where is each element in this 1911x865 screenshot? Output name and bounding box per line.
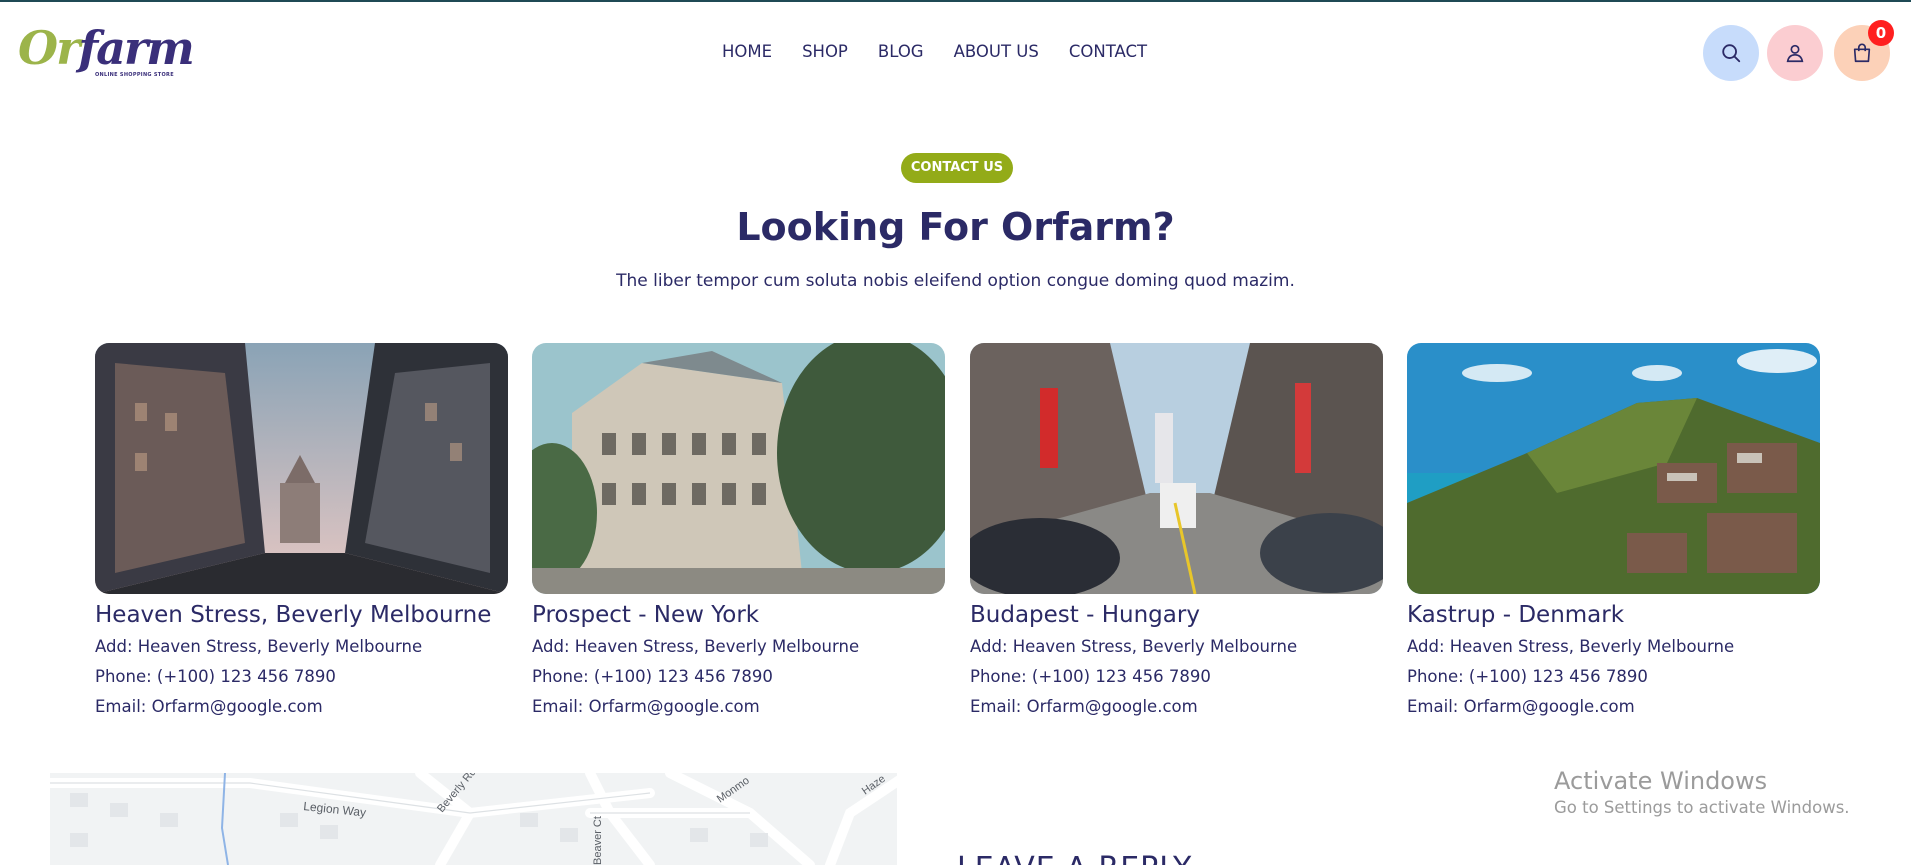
cart-count-badge: 0 <box>1868 20 1894 46</box>
location-email: Email: Orfarm@google.com <box>1407 697 1635 716</box>
search-icon <box>1722 44 1741 63</box>
orfarm-logo[interactable]: Orfarm ONLINE SHOPPING STORE <box>18 20 195 82</box>
activate-windows-subtitle: Go to Settings to activate Windows. <box>1554 798 1850 817</box>
search-button[interactable] <box>1703 25 1759 81</box>
site-header: Orfarm ONLINE SHOPPING STORE HOME SHOP B… <box>0 2 1911 102</box>
page-subtitle: The liber tempor cum soluta nobis eleife… <box>616 271 1295 291</box>
location-photo-building <box>532 343 945 594</box>
location-address: Add: Heaven Stress, Beverly Melbourne <box>95 637 423 656</box>
location-email: Email: Orfarm@google.com <box>970 697 1198 716</box>
location-phone: Phone: (+100) 123 456 7890 <box>95 667 336 686</box>
location-phone: Phone: (+100) 123 456 7890 <box>970 667 1211 686</box>
map-street-beaver-ct: Beaver Ct <box>592 816 604 865</box>
logo-wordmark: Orfarm <box>18 21 195 75</box>
logo-tagline: ONLINE SHOPPING STORE <box>95 72 174 78</box>
main-nav: HOME SHOP BLOG ABOUT US CONTACT <box>722 42 1147 62</box>
nav-home[interactable]: HOME <box>722 42 772 62</box>
nav-about-us[interactable]: ABOUT US <box>954 42 1039 62</box>
location-email: Email: Orfarm@google.com <box>95 697 323 716</box>
location-card: Prospect - New York Add: Heaven Stress, … <box>532 343 945 722</box>
location-photo-city-street <box>970 343 1383 594</box>
location-name: Heaven Stress, Beverly Melbourne <box>95 602 492 628</box>
location-card: Kastrup - Denmark Add: Heaven Stress, Be… <box>1407 343 1820 722</box>
location-photo-coast <box>1407 343 1820 594</box>
account-button[interactable] <box>1767 25 1823 81</box>
nav-shop[interactable]: SHOP <box>802 42 848 62</box>
location-card: Budapest - Hungary Add: Heaven Stress, B… <box>970 343 1383 722</box>
page-title: Looking For Orfarm? <box>736 205 1175 249</box>
nav-blog[interactable]: BLOG <box>878 42 924 62</box>
location-photo-street <box>95 343 508 594</box>
location-card: Heaven Stress, Beverly Melbourne Add: He… <box>95 343 508 722</box>
nav-contact[interactable]: CONTACT <box>1069 42 1147 62</box>
location-address: Add: Heaven Stress, Beverly Melbourne <box>1407 637 1735 656</box>
location-name: Budapest - Hungary <box>970 602 1200 628</box>
location-phone: Phone: (+100) 123 456 7890 <box>532 667 773 686</box>
location-address: Add: Heaven Stress, Beverly Melbourne <box>970 637 1298 656</box>
activate-windows-title: Activate Windows <box>1554 767 1768 795</box>
location-phone: Phone: (+100) 123 456 7890 <box>1407 667 1648 686</box>
section-pill: CONTACT US <box>901 153 1013 183</box>
location-name: Kastrup - Denmark <box>1407 602 1625 628</box>
shopping-bag-icon <box>1853 43 1871 63</box>
location-name: Prospect - New York <box>532 602 760 628</box>
location-map[interactable]: Legion Way Beverly Rd Beaver Ct Monmo Ha… <box>50 773 897 865</box>
activate-windows-watermark: Activate Windows Go to Settings to activ… <box>1554 766 1850 820</box>
leave-reply-heading: LEAVE A REPLY <box>957 849 1192 865</box>
location-address: Add: Heaven Stress, Beverly Melbourne <box>532 637 860 656</box>
location-email: Email: Orfarm@google.com <box>532 697 760 716</box>
user-icon <box>1786 44 1804 63</box>
